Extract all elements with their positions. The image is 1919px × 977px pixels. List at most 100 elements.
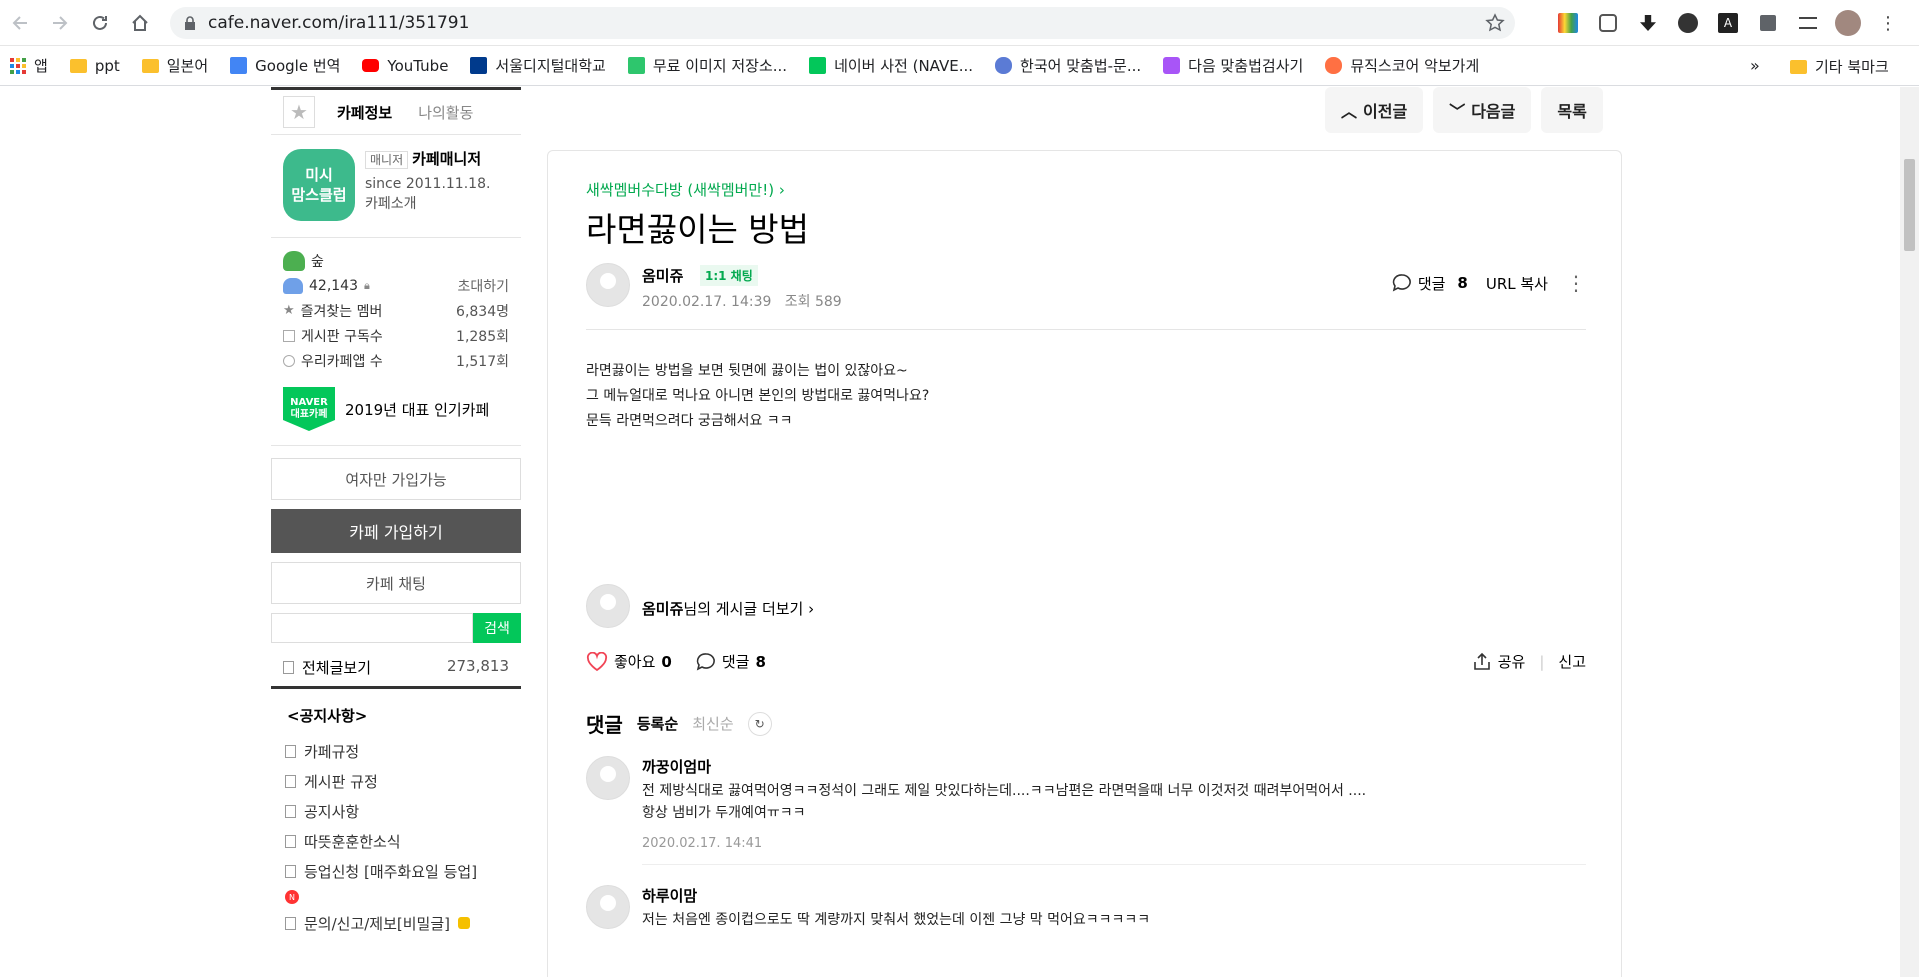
lightbulb-extension-icon[interactable] (1592, 7, 1624, 39)
article-navigation: ︿ 이전글 ﹀ 다음글 목록 (1325, 87, 1603, 133)
comments-header: 댓글 등록순 최신순 ↻ (586, 709, 772, 738)
cafe-stats: 숲 42,143 🔒︎ 초대하기 ★ 즐겨찾는 멤버 6,834명 게시판 구독수 … (271, 238, 521, 373)
bookmark-google-translate[interactable]: Google 번역 (230, 55, 340, 76)
refresh-icon[interactable]: ↻ (747, 711, 772, 736)
scrollbar-thumb[interactable] (1904, 159, 1915, 251)
like-button[interactable]: 좋아요 0 (586, 651, 672, 672)
media-control-icon[interactable] (1792, 7, 1824, 39)
more-options-icon[interactable]: ⋮ (1566, 271, 1586, 295)
commenter-avatar[interactable] (586, 756, 630, 800)
list-button[interactable]: 목록 (1541, 87, 1603, 133)
extensions-bar: A ⋮ (1552, 7, 1904, 39)
report-button[interactable]: 신고 (1558, 651, 1586, 672)
document-icon (285, 834, 296, 848)
folder-icon (141, 58, 159, 73)
back-button[interactable] (0, 3, 40, 43)
invite-button[interactable]: 초대하기 (457, 276, 509, 296)
comment-count-button[interactable]: 댓글 8 (1392, 273, 1468, 294)
menu-dots-icon[interactable]: ⋮ (1872, 7, 1904, 39)
font-extension-icon[interactable]: A (1712, 7, 1744, 39)
commenter-name[interactable]: 하루이맘 (642, 885, 697, 906)
browser-toolbar: cafe.naver.com/ira111/351791 A ⋮ (0, 0, 1919, 46)
youtube-icon (362, 59, 380, 72)
folder-icon (1790, 59, 1807, 74)
sdu-icon (470, 57, 488, 74)
forward-arrow-icon (53, 15, 68, 30)
join-cafe-button[interactable]: 카페 가입하기 (271, 509, 521, 553)
bookmark-spell-check[interactable]: 한국어 맞춤법-문... (995, 55, 1141, 76)
bookmark-naver-dict[interactable]: 네이버 사전 (NAVE... (809, 55, 973, 76)
award-banner[interactable]: NAVER 대표카페 2019년 대표 인기카페 (271, 373, 521, 446)
bookmark-star-icon[interactable] (1485, 13, 1505, 33)
award-text: 2019년 대표 인기카페 (345, 400, 490, 419)
all-posts-link[interactable]: 전체글보기 273,813 (271, 643, 521, 689)
board-item[interactable]: 게시판 규정 (271, 766, 521, 796)
daum-icon (1163, 57, 1181, 74)
author-name[interactable]: 옴미쥬 (642, 265, 683, 286)
board-item[interactable]: 카페규정 (271, 736, 521, 766)
document-icon (285, 864, 296, 878)
tab-my-activity[interactable]: 나의활동 (418, 102, 473, 123)
commenter-avatar[interactable] (586, 885, 630, 929)
board-item-inquiry[interactable]: 문의/신고/제보[비밀글] (271, 908, 521, 938)
commenter-name[interactable]: 까꿍이엄마 (642, 756, 711, 777)
board-link[interactable]: 새싹멤버수다방 (새싹멤버만!) › (586, 179, 785, 200)
home-button[interactable] (120, 3, 160, 43)
bookmark-ppt[interactable]: ppt (69, 57, 120, 75)
article-tools: 댓글 8 URL 복사 ⋮ (1392, 271, 1586, 295)
article-title: 라면끓이는 방법 (586, 210, 810, 249)
comment-bubble-icon (696, 652, 715, 670)
board-item[interactable]: 등업신청 [매주화요일 등업] (271, 856, 521, 886)
bookmark-music-score[interactable]: 뮤직스코어 악보가게 (1325, 55, 1479, 76)
comment-text: 전 제방식대로 끓여먹어영ㅋㅋ정석이 그래도 제일 맛있다하는데....ㅋㅋ남편… (642, 783, 1367, 821)
back-arrow-icon (12, 15, 27, 30)
one-on-one-chat-button[interactable]: 1:1 채팅 (700, 265, 758, 286)
sort-registered[interactable]: 등록순 (637, 713, 678, 734)
naver-dict-icon (809, 57, 827, 74)
author-avatar[interactable] (586, 263, 630, 307)
board-item[interactable]: 공지사항 (271, 796, 521, 826)
cafe-search-input[interactable] (271, 613, 473, 643)
article-body: 라면끓이는 방법을 보면 뒷면에 끓이는 법이 있잖아요~ 그 메뉴얼대로 먹나… (586, 363, 930, 429)
profile-avatar[interactable] (1832, 7, 1864, 39)
puzzle-icon[interactable] (1752, 7, 1784, 39)
url-copy-button[interactable]: URL 복사 (1486, 273, 1548, 294)
cafe-logo[interactable]: 미시 맘스클럽 (283, 149, 355, 221)
rss-icon (283, 329, 295, 342)
bookmarks-more[interactable]: » (1750, 56, 1760, 75)
apps-grid-icon (10, 57, 26, 74)
cafe-chat-button[interactable]: 카페 채팅 (271, 562, 521, 604)
share-button[interactable]: 공유 (1472, 651, 1525, 672)
bookmark-japanese[interactable]: 일본어 (141, 55, 208, 76)
next-post-button[interactable]: ﹀ 다음글 (1433, 87, 1532, 133)
address-bar[interactable]: cafe.naver.com/ira111/351791 (170, 7, 1515, 39)
cafe-sidebar: ★ 카페정보 나의활동 미시 맘스클럽 매니저 카페매니저 since 2011.… (271, 87, 521, 938)
prev-post-button[interactable]: ︿ 이전글 (1325, 87, 1424, 133)
bookmark-youtube[interactable]: YouTube (362, 57, 448, 75)
bookmark-pixabay[interactable]: 무료 이미지 저장소... (627, 55, 787, 76)
stat-row: 우리카페앱 수 1,517회 (283, 348, 509, 373)
stat-row: ★ 즐겨찾는 멤버 6,834명 (283, 303, 509, 320)
page-scrollbar[interactable] (1900, 87, 1919, 977)
other-bookmarks[interactable]: 기타 북마크 (1790, 56, 1889, 77)
download-extension-icon[interactable] (1632, 7, 1664, 39)
tab-cafe-info[interactable]: 카페정보 (337, 102, 392, 123)
board-item[interactable]: 따뜻훈훈한소식 (271, 826, 521, 856)
document-icon (285, 774, 296, 788)
reload-button[interactable] (80, 3, 120, 43)
forward-button[interactable] (40, 3, 80, 43)
favorite-star-button[interactable]: ★ (283, 96, 315, 128)
bookmark-daum-spell[interactable]: 다음 맞춤법검사기 (1163, 55, 1303, 76)
cafe-intro-link[interactable]: 카페소개 (365, 194, 490, 214)
cafe-search-button[interactable]: 검색 (473, 613, 521, 643)
comment-button[interactable]: 댓글 8 (696, 651, 766, 672)
naver-badge-icon: NAVER 대표카페 (283, 387, 335, 431)
bookmark-apps[interactable]: 앱 (10, 55, 48, 76)
sort-latest[interactable]: 최신순 (692, 713, 733, 734)
manager-name[interactable]: 카페매니저 (412, 150, 481, 168)
color-extension-icon[interactable] (1552, 7, 1584, 39)
divider (642, 864, 1586, 865)
circle-download-icon[interactable] (1672, 7, 1704, 39)
member-count-row: 42,143 🔒︎ 초대하기 (283, 273, 509, 298)
bookmark-sdu[interactable]: 서울디지털대학교 (470, 55, 606, 76)
